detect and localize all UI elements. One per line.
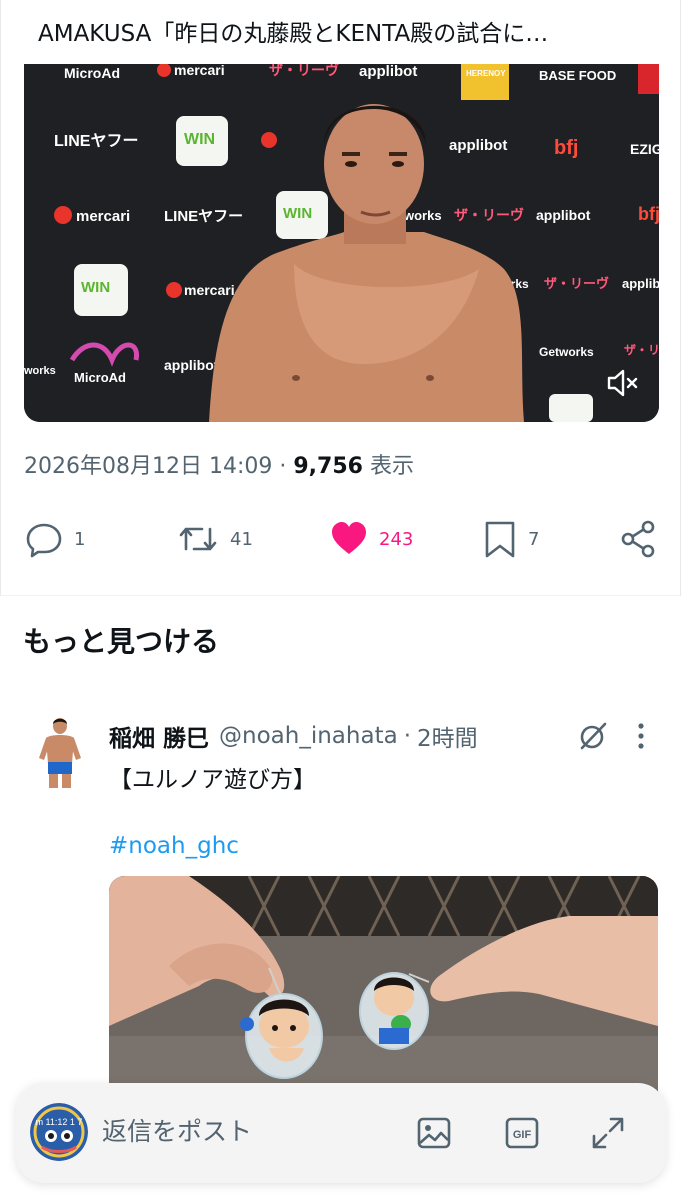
like-count: 243 (379, 528, 414, 550)
retweet-count: 41 (230, 528, 253, 550)
backdrop-logo: mercari (76, 208, 130, 225)
expand-icon[interactable] (590, 1115, 626, 1151)
backdrop-logo: MicroAd (74, 370, 126, 385)
image-icon[interactable] (416, 1115, 452, 1151)
views-count: 9,756 (293, 454, 363, 479)
backdrop-logo: WIN (184, 131, 215, 148)
backdrop-logo: mercari (174, 64, 225, 78)
bookmark-count: 7 (528, 528, 540, 550)
video-player[interactable]: MicroAd mercari ザ・リーヴ applibot HERENOY B… (24, 64, 659, 422)
video-title[interactable]: AMAKUSA「昨日の丸藤殿とKENTA殿の試合に… (38, 18, 648, 50)
backdrop-logo: works (403, 208, 442, 223)
backdrop-logo: HERENOY (466, 69, 506, 78)
reply-composer-bar: m 11:12 1 7 返信をポスト GIF (16, 1083, 666, 1183)
backdrop-logo: applibot (536, 207, 591, 223)
hashtag-link[interactable]: #noah_ghc (109, 828, 239, 864)
recommended-post-header: 稲畑 勝巳 @noah_inahata · 2時間 (109, 718, 478, 754)
backdrop-logo: EZIG (630, 141, 659, 157)
gif-label: GIF (513, 1129, 532, 1141)
backdrop-logo: applibot (622, 276, 659, 291)
backdrop-logo: ザ・リーヴ (269, 64, 339, 78)
discover-section-title: もっと見つける (23, 625, 220, 658)
tweet-timestamp[interactable]: 2026年08月12日 14:09 (24, 454, 272, 479)
avatar-text: m 11:12 1 7 (36, 1117, 83, 1127)
backdrop-logo: applibot (164, 357, 219, 373)
speaker-mute-icon[interactable] (605, 366, 639, 400)
reply-count: 1 (74, 528, 86, 550)
video-frame: MicroAd mercari ザ・リーヴ applibot HERENOY B… (24, 64, 659, 422)
gif-icon[interactable]: GIF (504, 1115, 540, 1151)
backdrop-logo: LINEヤフー (54, 133, 138, 150)
tweet-card: AMAKUSA「昨日の丸藤殿とKENTA殿の試合に… MicroAd merca… (0, 0, 681, 596)
backdrop-logo: applibot (449, 137, 507, 154)
backdrop-logo: WIN (283, 205, 312, 222)
backdrop-logo: WIN (81, 279, 110, 296)
tweet-meta: 2026年08月12日 14:09 · 9,756 表示 (24, 450, 414, 484)
post-text: 【ユルノア遊び方】 (109, 767, 316, 793)
bookmark-icon (485, 521, 515, 558)
retweet-button[interactable]: 41 (176, 514, 253, 564)
backdrop-logo: mercari (184, 282, 235, 298)
like-button[interactable]: 243 (329, 514, 413, 564)
backdrop-logo: ザ・リーヴ (454, 207, 524, 223)
heart-icon (332, 522, 366, 554)
backdrop-logo: LINEヤフー (164, 208, 243, 225)
backdrop-logo: BASE FOOD (539, 68, 616, 83)
reply-button[interactable]: 1 (24, 514, 85, 564)
backdrop-logo: bfj (554, 137, 578, 159)
backdrop-logo: applibot (359, 64, 417, 80)
share-icon (621, 520, 655, 558)
bookmark-button[interactable]: 7 (482, 514, 539, 564)
backdrop-logo: ザ・リーヴ (544, 276, 609, 291)
author-display-name[interactable]: 稲畑 勝巳 (109, 719, 209, 753)
share-button[interactable] (618, 514, 658, 564)
reply-input[interactable]: 返信をポスト (102, 1115, 252, 1149)
avatar[interactable] (36, 716, 84, 788)
meta-separator: · (279, 454, 287, 479)
avatar[interactable]: m 11:12 1 7 (30, 1103, 88, 1161)
post-time[interactable]: 2時間 (417, 719, 478, 753)
header-separator: · (403, 723, 411, 749)
backdrop-logo: bfj (638, 204, 659, 224)
backdrop-logo: Getworks (539, 345, 594, 359)
author-handle[interactable]: @noah_inahata (219, 723, 398, 749)
backdrop-logo: works (24, 365, 56, 377)
views-label: 表示 (369, 454, 414, 479)
grok-icon[interactable] (577, 720, 609, 752)
backdrop-logo: MicroAd (64, 65, 120, 81)
backdrop-logo: ザ・リーヴ (624, 342, 659, 357)
retweet-icon (179, 527, 217, 551)
more-icon[interactable] (628, 718, 654, 754)
tweet-action-bar: 1 41 243 7 (24, 514, 659, 564)
reply-icon (26, 523, 62, 558)
